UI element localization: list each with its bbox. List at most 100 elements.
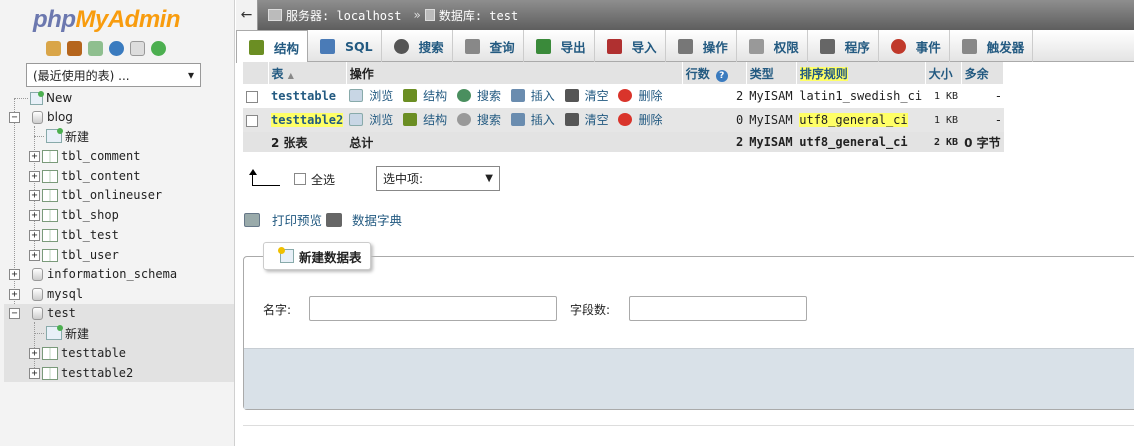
expand-icon[interactable]: + [9, 268, 20, 280]
insert-icon [510, 113, 525, 126]
with-selected-select[interactable]: 选中项: ▼ [376, 166, 500, 191]
browse-action[interactable]: 浏览 [349, 111, 393, 128]
tree-item-test[interactable]: − test [9, 304, 76, 322]
table-name-label: 名字: [263, 303, 292, 317]
header-type[interactable]: 类型 [746, 62, 797, 84]
help-icon[interactable]: ? [715, 69, 728, 82]
table-name-input[interactable] [309, 296, 557, 321]
tab-import[interactable]: 导入 [595, 30, 666, 62]
tab-export[interactable]: 导出 [524, 30, 595, 62]
tree-item-information-schema[interactable]: + information_schema [9, 265, 177, 283]
header-table[interactable]: 表 ▲ [268, 62, 347, 84]
collapse-icon[interactable]: − [9, 307, 20, 319]
tree-item-mysql[interactable]: + mysql [9, 285, 83, 303]
new-table-icon [46, 128, 63, 143]
breadcrumb-database[interactable]: 数据库: test [439, 7, 518, 24]
data-dictionary-link[interactable]: 数据字典 [352, 210, 402, 229]
expand-icon[interactable]: + [29, 367, 40, 379]
check-all-label[interactable]: 全选 [311, 171, 335, 188]
tree-item-table[interactable]: + tbl_onlineuser [29, 186, 162, 204]
tree-item-blog-new[interactable]: 新建 [34, 127, 89, 145]
create-table-footer [244, 348, 1134, 409]
tree-item-table[interactable]: + tbl_comment [29, 147, 140, 165]
row-size: 1 KB [925, 84, 962, 108]
table-name-link[interactable]: testtable [271, 89, 336, 103]
header-rows[interactable]: 行数? [682, 62, 747, 84]
structure-action[interactable]: 结构 [403, 87, 447, 104]
phpmyadmin-logo[interactable]: phpMyAdmin [33, 6, 180, 34]
tab-triggers[interactable]: 触发器 [950, 30, 1034, 62]
row-checkbox[interactable] [246, 90, 258, 103]
help-icon[interactable] [109, 41, 124, 56]
header-action: 操作 [346, 62, 683, 84]
tab-query[interactable]: 查询 [453, 30, 524, 62]
expand-icon[interactable]: + [29, 209, 40, 221]
tree-item-table[interactable]: + testtable2 [29, 364, 133, 382]
reload-icon[interactable] [151, 41, 166, 56]
tab-privileges[interactable]: 权限 [737, 30, 808, 62]
empty-action[interactable]: 清空 [564, 111, 609, 128]
tab-routines[interactable]: 程序 [808, 30, 879, 62]
tab-operations[interactable]: 操作 [666, 30, 737, 62]
drop-action[interactable]: 删除 [618, 87, 662, 104]
row-type: MyISAM [746, 84, 797, 108]
search-action[interactable]: 搜索 [456, 111, 501, 128]
database-icon [32, 110, 43, 124]
column-count-input[interactable] [629, 296, 807, 321]
expand-icon[interactable]: + [29, 189, 40, 201]
check-all-checkbox[interactable] [294, 173, 306, 185]
tree-item-table[interactable]: + tbl_shop [29, 206, 119, 224]
new-table-icon [278, 247, 294, 263]
tab-events[interactable]: 事件 [879, 30, 950, 62]
tree-item-new[interactable]: New [14, 89, 72, 107]
import-icon [606, 38, 622, 54]
search-action[interactable]: 搜索 [456, 87, 501, 104]
tab-sql[interactable]: SQL [308, 30, 382, 62]
collapse-icon[interactable]: − [9, 111, 20, 123]
home-icon[interactable] [46, 41, 61, 56]
print-view-link[interactable]: 打印预览 [272, 210, 322, 229]
summary-rows: 2 [682, 132, 747, 152]
tree-item-blog[interactable]: − blog [9, 108, 73, 126]
tab-bar: 结构 SQL 搜索 查询 导出 导入 操作 权限 程序 事件 触发器 [236, 30, 1134, 63]
recent-tables-select[interactable]: (最近使用的表) ... ▾ [26, 63, 201, 87]
row-checkbox[interactable] [246, 114, 258, 127]
exit-icon[interactable] [67, 41, 82, 56]
collapse-nav-button[interactable]: ← [236, 0, 258, 30]
header-collation[interactable]: 排序规则 [796, 62, 926, 84]
routines-icon [819, 38, 835, 54]
browse-action[interactable]: 浏览 [349, 87, 393, 104]
tree-item-table[interactable]: + tbl_user [29, 246, 119, 264]
breadcrumb-server[interactable]: 服务器: localhost [286, 7, 401, 24]
chevron-down-icon: ▾ [187, 68, 194, 82]
expand-icon[interactable]: + [29, 249, 40, 261]
divider [243, 425, 1134, 426]
tree-item-table[interactable]: + tbl_test [29, 226, 119, 244]
tree-item-test-new[interactable]: 新建 [34, 324, 89, 342]
summary-size: 2 KB [925, 132, 962, 152]
table-name-link[interactable]: testtable2 [271, 113, 344, 127]
empty-action[interactable]: 清空 [564, 87, 609, 104]
insert-action[interactable]: 插入 [510, 111, 555, 128]
tab-search[interactable]: 搜索 [382, 30, 453, 62]
expand-icon[interactable]: + [29, 150, 40, 162]
row-count: 2 [682, 84, 747, 108]
header-overhead[interactable]: 多余 [961, 62, 1005, 84]
database-icon [424, 9, 435, 21]
query-window-icon[interactable] [88, 41, 103, 56]
docs-icon[interactable] [130, 41, 145, 56]
row-size: 1 KB [925, 108, 962, 132]
expand-icon[interactable]: + [29, 347, 40, 359]
table-icon [42, 346, 58, 360]
expand-icon[interactable]: + [29, 170, 40, 182]
expand-icon[interactable]: + [29, 229, 40, 241]
structure-action[interactable]: 结构 [403, 111, 447, 128]
header-size[interactable]: 大小 [925, 62, 962, 84]
drop-action[interactable]: 删除 [618, 111, 662, 128]
tree-item-table[interactable]: + tbl_content [29, 167, 140, 185]
insert-action[interactable]: 插入 [510, 87, 555, 104]
expand-icon[interactable]: + [9, 288, 20, 300]
tree-item-table[interactable]: + testtable [29, 344, 126, 362]
tab-structure[interactable]: 结构 [236, 30, 309, 63]
drop-icon [618, 113, 633, 126]
